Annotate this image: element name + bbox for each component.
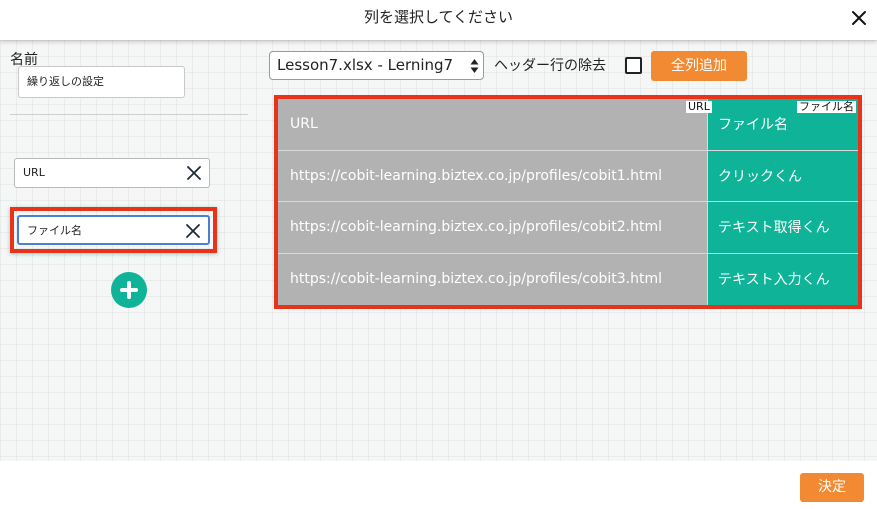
confirm-button[interactable]: 決定	[800, 473, 864, 502]
table-cell-filename[interactable]: テキスト取得くん	[708, 202, 858, 254]
column-tag: ファイル名	[797, 100, 856, 113]
dialog-header: 列を選択してください	[0, 0, 877, 40]
table-cell-url[interactable]: https://cobit-learning.biztex.co.jp/prof…	[278, 150, 708, 202]
add-field-button[interactable]	[111, 272, 147, 308]
column-field-value: ファイル名	[27, 224, 82, 237]
column-tag: URL	[686, 100, 712, 113]
workspace: 名前 繰り返しの設定 URL ファイル名 Lesson7.xlsx - Lern…	[0, 40, 877, 461]
sheet-select[interactable]: Lesson7.xlsx - Lerning7	[269, 51, 484, 80]
column-field-url[interactable]: URL	[14, 158, 210, 188]
name-input[interactable]: 繰り返しの設定	[18, 66, 185, 98]
table-cell-filename[interactable]: クリックくん	[708, 150, 858, 202]
divider	[10, 114, 248, 115]
table-cell-url[interactable]: URL	[278, 99, 708, 151]
chevron-updown-icon	[470, 59, 479, 73]
table-cell-url[interactable]: https://cobit-learning.biztex.co.jp/prof…	[278, 202, 708, 254]
highlighted-field-frame: ファイル名	[10, 207, 217, 253]
table-cell-filename[interactable]: テキスト入力くん	[708, 253, 858, 305]
dialog-footer: 決定	[0, 461, 877, 509]
data-table: URL ファイル名 URL ファイル名 https://cobit-learni…	[274, 95, 862, 309]
column-field-filename[interactable]: ファイル名	[17, 215, 210, 245]
sheet-select-value: Lesson7.xlsx - Lerning7	[277, 56, 454, 74]
close-icon[interactable]	[186, 224, 200, 238]
table-cell-url[interactable]: https://cobit-learning.biztex.co.jp/prof…	[278, 253, 708, 305]
table-grid: URL ファイル名 https://cobit-learning.biztex.…	[278, 99, 858, 305]
header-row-remove-label: ヘッダー行の除去	[494, 58, 606, 74]
column-field-value: URL	[23, 166, 45, 179]
close-icon[interactable]	[849, 8, 869, 28]
dialog-title: 列を選択してください	[363, 8, 514, 26]
header-row-remove-checkbox[interactable]	[625, 57, 642, 74]
add-all-columns-button[interactable]: 全列追加	[651, 51, 747, 81]
close-icon[interactable]	[187, 166, 201, 180]
